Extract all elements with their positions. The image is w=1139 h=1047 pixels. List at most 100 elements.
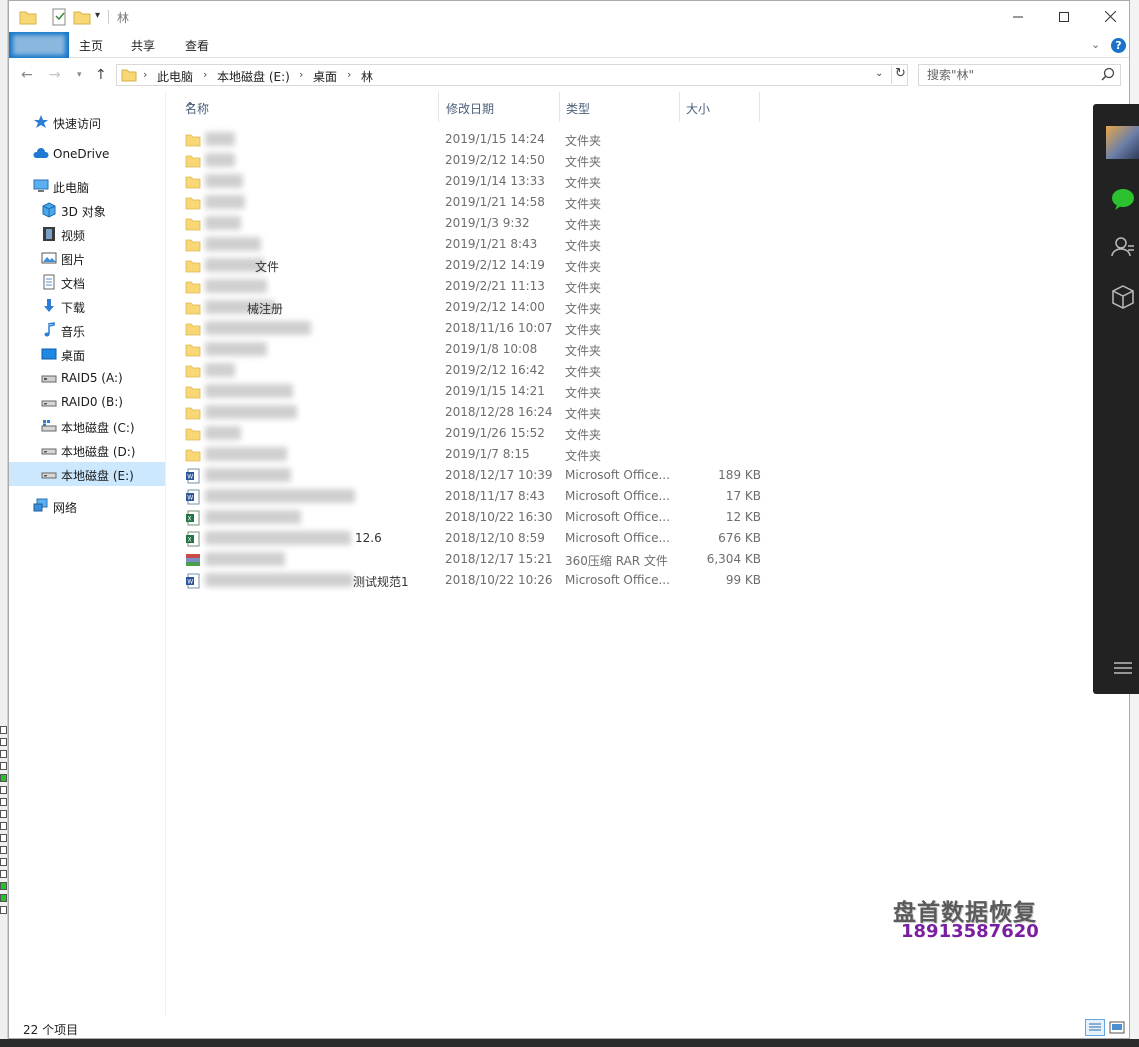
file-row[interactable]: 2019/1/8 10:08 文件夹 <box>177 339 777 360</box>
sidebar-item-drive-e[interactable]: 本地磁盘 (E:) <box>9 462 165 486</box>
large-icons-view-icon[interactable] <box>1109 1020 1125 1035</box>
drive-icon <box>41 472 57 479</box>
tab-share[interactable]: 共享 <box>131 37 155 54</box>
file-row[interactable]: 械注册 2019/2/12 14:00 文件夹 <box>177 297 777 318</box>
sidebar-item-label: 文档 <box>61 277 86 291</box>
breadcrumb-this-pc[interactable]: 此电脑 <box>157 68 193 85</box>
sidebar-item-videos[interactable]: 视频 <box>9 222 165 246</box>
folder-icon <box>185 344 201 357</box>
search-box[interactable] <box>918 64 1121 86</box>
ribbon-expand-icon[interactable]: ⌄ <box>1091 38 1100 51</box>
breadcrumb-separator[interactable]: › <box>203 68 207 81</box>
file-row[interactable]: W 2018/11/17 8:43 Microsoft Office... 17 KB <box>177 486 777 507</box>
recent-locations-icon[interactable]: ▾ <box>77 70 82 80</box>
avatar[interactable] <box>1106 126 1139 159</box>
sidebar-item-raid0[interactable]: RAID0 (B:) <box>9 390 165 414</box>
sidebar-item-pictures[interactable]: 图片 <box>9 246 165 270</box>
sidebar-item-label: OneDrive <box>53 147 110 161</box>
file-row[interactable]: 2019/2/12 16:42 文件夹 <box>177 360 777 381</box>
up-arrow-icon[interactable]: ↑ <box>95 67 107 83</box>
file-row[interactable]: 2019/1/14 13:33 文件夹 <box>177 171 777 192</box>
redacted-filename <box>205 153 235 167</box>
redacted-filename <box>205 342 267 356</box>
tab-view[interactable]: 查看 <box>185 37 209 54</box>
column-header-type[interactable]: 类型 <box>560 92 680 122</box>
sidebar-item-onedrive[interactable]: OneDrive <box>9 142 165 166</box>
folder-icon <box>185 197 201 210</box>
folder-icon <box>185 218 201 231</box>
sidebar-item-drive-d[interactable]: 本地磁盘 (D:) <box>9 438 165 462</box>
file-type: Microsoft Office... <box>565 510 670 524</box>
close-button[interactable] <box>1087 1 1133 32</box>
tab-home[interactable]: 主页 <box>79 37 103 54</box>
details-view-button[interactable] <box>1085 1019 1105 1036</box>
sidebar-item-quick-access[interactable]: 快速访问 <box>9 110 165 134</box>
sidebar-item-network[interactable]: 网络 <box>9 494 165 518</box>
column-header-name[interactable]: 名称 ^ <box>179 92 439 122</box>
sidebar-item-label: 桌面 <box>61 349 86 363</box>
file-row[interactable]: 2019/1/3 9:32 文件夹 <box>177 213 777 234</box>
new-folder-icon[interactable] <box>73 8 91 26</box>
sidebar-item-3d-objects[interactable]: 3D 对象 <box>9 198 165 222</box>
quick-access-dropdown-icon[interactable]: ▾ <box>95 10 100 28</box>
file-row[interactable]: 2019/2/12 14:50 文件夹 <box>177 150 777 171</box>
refresh-icon[interactable]: ↻ <box>891 66 909 84</box>
minimize-button[interactable] <box>995 1 1041 32</box>
file-row[interactable]: X 2018/10/22 16:30 Microsoft Office... 12 K… <box>177 507 777 528</box>
file-row[interactable]: X 12.6 2018/12/10 8:59 Microsoft Office... 6… <box>177 528 777 549</box>
picture-icon <box>41 252 57 264</box>
sidebar-item-raid5[interactable]: RAID5 (A:) <box>9 366 165 390</box>
file-type: 文件夹 <box>565 365 602 379</box>
breadcrumb-drive-e[interactable]: 本地磁盘 (E:) <box>217 68 290 85</box>
contacts-icon[interactable] <box>1110 234 1136 260</box>
sidebar-item-documents[interactable]: 文档 <box>9 270 165 294</box>
folder-icon[interactable] <box>19 8 37 26</box>
sidebar-item-music[interactable]: 音乐 <box>9 318 165 342</box>
sidebar-item-desktop[interactable]: 桌面 <box>9 342 165 366</box>
title-separator <box>108 10 109 24</box>
file-date: 2019/1/15 14:24 <box>445 132 545 146</box>
file-row[interactable]: 2018/11/16 10:07 文件夹 <box>177 318 777 339</box>
redacted-filename <box>205 216 241 230</box>
title-bar[interactable]: ▾ 林 <box>9 1 1129 32</box>
chat-icon[interactable] <box>1110 186 1136 212</box>
menu-icon[interactable] <box>1113 660 1133 676</box>
file-row[interactable]: 2019/1/21 14:58 文件夹 <box>177 192 777 213</box>
back-arrow-icon[interactable]: ← <box>21 67 33 83</box>
box-icon[interactable] <box>1110 284 1136 310</box>
file-row[interactable]: 2018/12/17 15:21 360压缩 RAR 文件 6,304 KB <box>177 549 777 570</box>
sidebar-item-downloads[interactable]: 下载 <box>9 294 165 318</box>
column-header-size[interactable]: 大小 <box>680 92 760 122</box>
network-icon <box>33 498 48 512</box>
help-icon[interactable]: ? <box>1111 38 1126 53</box>
file-row[interactable]: 2018/12/28 16:24 文件夹 <box>177 402 777 423</box>
breadcrumb-separator[interactable]: › <box>299 68 303 81</box>
file-row[interactable]: 2019/2/21 11:13 文件夹 <box>177 276 777 297</box>
file-row[interactable]: 2019/1/21 8:43 文件夹 <box>177 234 777 255</box>
file-row[interactable]: 文件 2019/2/12 14:19 文件夹 <box>177 255 777 276</box>
address-dropdown-icon[interactable]: ⌄ <box>875 68 883 79</box>
folder-icon <box>121 69 137 82</box>
file-tab[interactable] <box>9 32 69 58</box>
breadcrumb-desktop[interactable]: 桌面 <box>313 68 337 85</box>
search-input[interactable] <box>919 65 1099 85</box>
file-type: 文件夹 <box>565 239 602 253</box>
breadcrumb-separator[interactable]: › <box>347 68 351 81</box>
sidebar-item-this-pc[interactable]: 此电脑 <box>9 174 165 198</box>
file-row[interactable]: 2019/1/26 15:52 文件夹 <box>177 423 777 444</box>
properties-icon[interactable] <box>51 8 67 26</box>
search-icon[interactable] <box>1099 67 1117 83</box>
maximize-button[interactable] <box>1041 1 1087 32</box>
file-row[interactable]: 2019/1/7 8:15 文件夹 <box>177 444 777 465</box>
file-row[interactable]: W 2018/12/17 10:39 Microsoft Office... 189 … <box>177 465 777 486</box>
sidebar-item-drive-c[interactable]: 本地磁盘 (C:) <box>9 414 165 438</box>
file-list: 名称 ^ 修改日期 类型 大小 2019/1/15 14:24 文件夹 2019/2… <box>167 92 1129 1016</box>
file-row[interactable]: 2019/1/15 14:21 文件夹 <box>177 381 777 402</box>
file-row[interactable]: W 测试规范1 2018/10/22 10:26 Microsoft Office..… <box>177 570 777 591</box>
breadcrumb-current[interactable]: 林 <box>361 68 373 85</box>
file-row[interactable]: 2019/1/15 14:24 文件夹 <box>177 129 777 150</box>
address-bar[interactable]: › 此电脑 › 本地磁盘 (E:) › 桌面 › 林 ⌄ ↻ <box>116 64 908 86</box>
forward-arrow-icon[interactable]: → <box>49 67 61 83</box>
breadcrumb-separator[interactable]: › <box>143 68 147 81</box>
column-header-date[interactable]: 修改日期 <box>440 92 560 122</box>
